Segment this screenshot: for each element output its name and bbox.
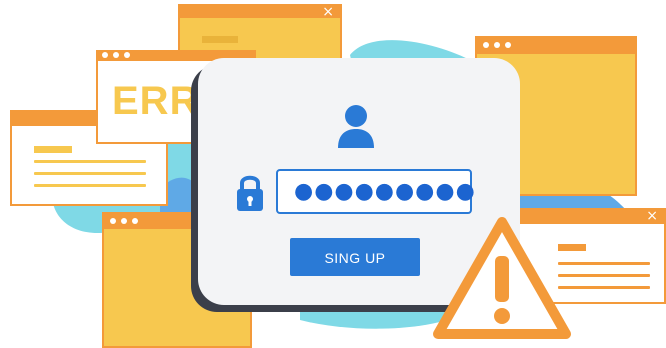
window-dot — [113, 52, 119, 58]
close-icon[interactable]: × — [646, 208, 658, 224]
window-dot — [505, 42, 511, 48]
window-dot — [483, 42, 489, 48]
window-dot — [102, 52, 108, 58]
text-line — [34, 172, 146, 175]
window-dot — [121, 218, 127, 224]
sign-up-button[interactable]: SING UP — [290, 238, 420, 276]
window-dot — [124, 52, 130, 58]
warning-icon — [433, 217, 571, 339]
text-line — [34, 160, 146, 163]
password-input[interactable]: ●●●●●●●●● — [276, 169, 475, 214]
lock-icon — [237, 175, 263, 211]
illustration: × × ERROR ●●●●●●●●● SING UP — [0, 0, 666, 348]
close-icon[interactable]: × — [322, 4, 334, 20]
window-titlebar: × — [180, 4, 340, 20]
user-icon — [338, 105, 374, 148]
window-dot — [110, 218, 116, 224]
window-titlebar — [477, 38, 635, 54]
text-line — [34, 184, 146, 187]
text-line — [34, 146, 72, 153]
text-line — [202, 36, 238, 43]
window-dot — [132, 218, 138, 224]
window-dot — [494, 42, 500, 48]
